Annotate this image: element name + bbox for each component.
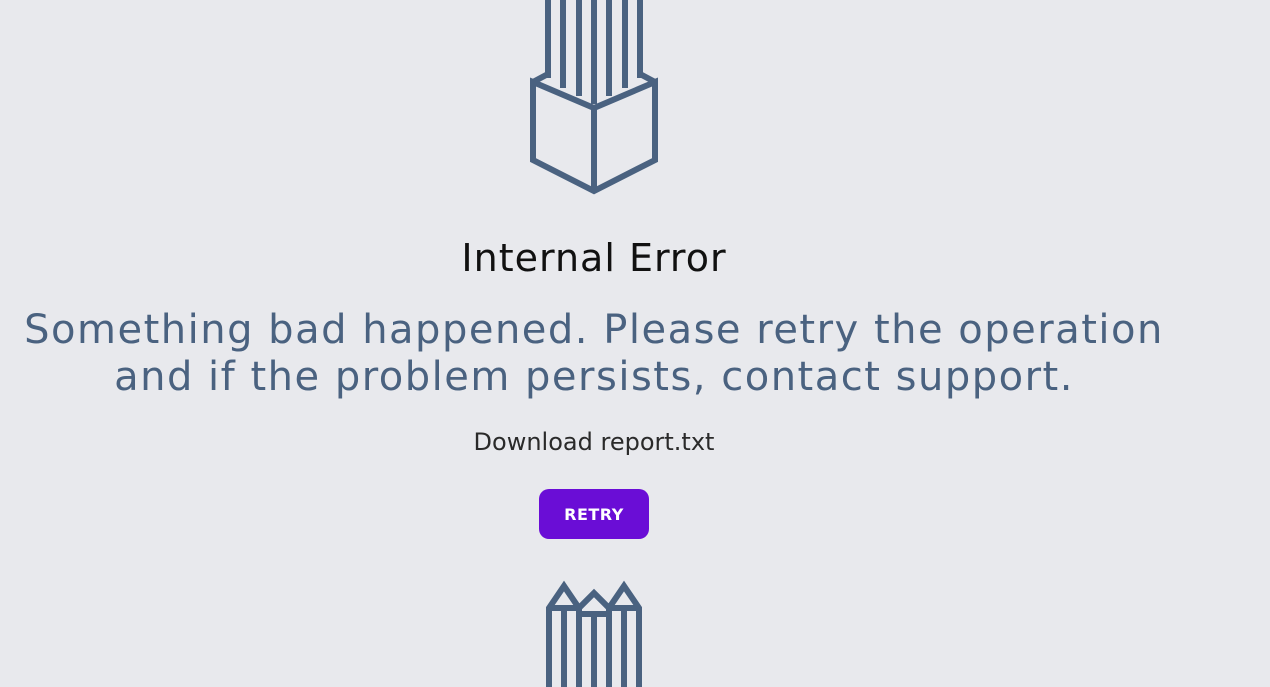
error-message: Something bad happened. Please retry the… xyxy=(0,307,1188,401)
error-page: Internal Error Something bad happened. P… xyxy=(0,0,1270,687)
retry-button[interactable]: RETRY xyxy=(539,489,649,539)
error-message-line-2: and if the problem persists, contact sup… xyxy=(114,354,1074,400)
error-message-line-1: Something bad happened. Please retry the… xyxy=(24,307,1164,353)
download-report-link[interactable]: Download report.txt xyxy=(0,428,1188,456)
error-title: Internal Error xyxy=(461,236,727,280)
pencils-in-cup-icon xyxy=(530,0,658,195)
pencil-tips-icon xyxy=(546,580,642,687)
